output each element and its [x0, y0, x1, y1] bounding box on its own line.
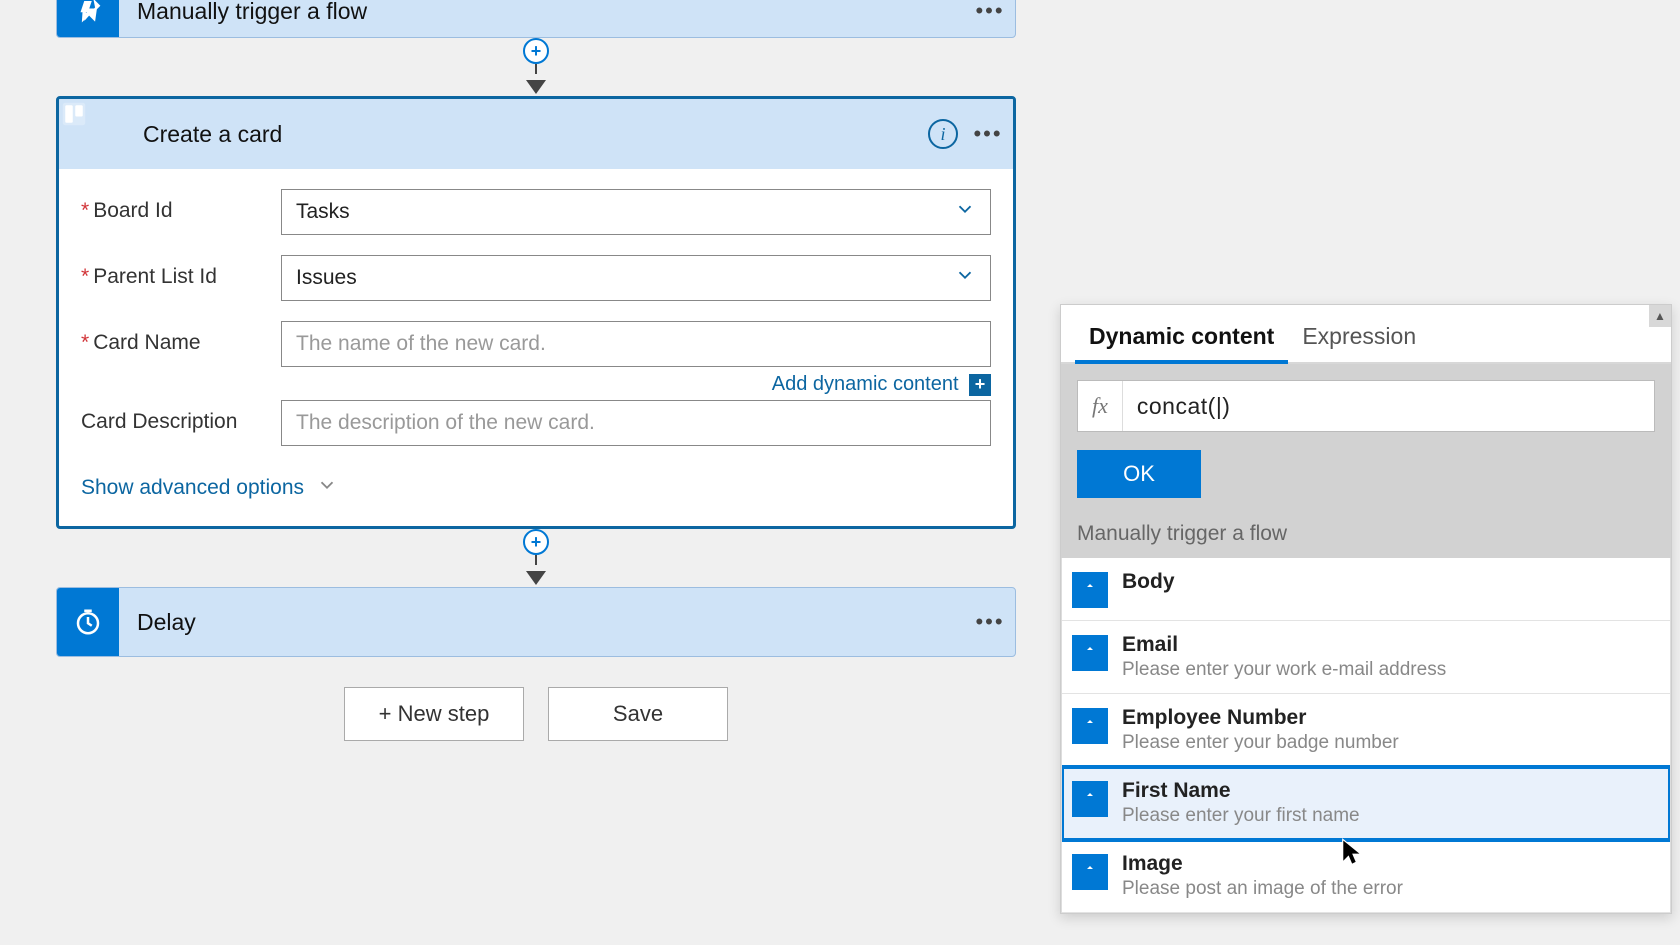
- chevron-down-icon: [954, 264, 976, 292]
- card-name-input[interactable]: The name of the new card.: [281, 321, 991, 367]
- chevron-down-icon: [954, 198, 976, 226]
- step-create-card-menu[interactable]: •••: [963, 121, 1013, 147]
- parent-list-value: Issues: [296, 266, 357, 290]
- expression-value: concat(|): [1123, 393, 1654, 420]
- add-dynamic-plus-icon[interactable]: +: [969, 374, 991, 396]
- dynamic-section-header: Manually trigger a flow: [1077, 512, 1655, 558]
- card-desc-label: Card Description: [81, 400, 281, 434]
- card-name-label: *Card Name: [81, 321, 281, 355]
- dynamic-content-panel: Dynamic content Expression fx concat(|) …: [1060, 304, 1672, 914]
- step-trigger-title: Manually trigger a flow: [119, 0, 965, 37]
- token-icon: [1072, 781, 1108, 817]
- dyn-item-body[interactable]: Body: [1062, 558, 1670, 621]
- token-icon: [1072, 708, 1108, 744]
- step-trigger[interactable]: Manually trigger a flow •••: [56, 0, 1016, 38]
- step-delay[interactable]: Delay •••: [56, 587, 1016, 657]
- step-create-card-title: Create a card: [125, 121, 923, 148]
- step-delay-menu[interactable]: •••: [965, 588, 1015, 656]
- fx-icon: fx: [1078, 381, 1123, 431]
- trello-icon: [59, 99, 125, 169]
- board-id-select[interactable]: Tasks: [281, 189, 991, 235]
- add-step-plus-icon[interactable]: +: [523, 38, 549, 64]
- save-button[interactable]: Save: [548, 687, 728, 741]
- board-id-value: Tasks: [296, 200, 350, 224]
- dyn-item-image[interactable]: Image Please post an image of the error: [1062, 840, 1670, 913]
- dyn-item-email[interactable]: Email Please enter your work e-mail addr…: [1062, 621, 1670, 694]
- ok-button[interactable]: OK: [1077, 450, 1201, 498]
- step-create-card: Create a card i ••• *Board Id Tasks: [56, 96, 1016, 529]
- dyn-item-first-name[interactable]: First Name Please enter your first name: [1062, 767, 1670, 840]
- dyn-item-employee-number[interactable]: Employee Number Please enter your badge …: [1062, 694, 1670, 767]
- trigger-icon: [57, 0, 119, 37]
- new-step-button[interactable]: + New step: [344, 687, 524, 741]
- timer-icon: [57, 588, 119, 656]
- show-advanced-toggle[interactable]: Show advanced options: [81, 466, 991, 506]
- token-icon: [1072, 572, 1108, 608]
- parent-list-select[interactable]: Issues: [281, 255, 991, 301]
- info-button[interactable]: i: [923, 119, 963, 149]
- step-trigger-menu[interactable]: •••: [965, 0, 1015, 37]
- parent-list-label: *Parent List Id: [81, 255, 281, 289]
- dynamic-items-list[interactable]: ▲ Body Email Please enter your work e-ma…: [1061, 558, 1671, 913]
- chevron-down-icon: [316, 474, 338, 502]
- token-icon: [1072, 635, 1108, 671]
- tab-dynamic-content[interactable]: Dynamic content: [1075, 311, 1288, 364]
- connector-1: +: [56, 38, 1016, 96]
- add-step-plus-icon[interactable]: +: [523, 529, 549, 555]
- add-dynamic-content-link[interactable]: Add dynamic content: [772, 373, 959, 395]
- info-icon: i: [928, 119, 958, 149]
- board-id-label: *Board Id: [81, 189, 281, 223]
- token-icon: [1072, 854, 1108, 890]
- card-desc-input[interactable]: The description of the new card.: [281, 400, 991, 446]
- tab-expression[interactable]: Expression: [1288, 311, 1430, 362]
- step-delay-title: Delay: [119, 588, 965, 656]
- connector-2: +: [56, 529, 1016, 587]
- expression-input[interactable]: fx concat(|): [1077, 380, 1655, 432]
